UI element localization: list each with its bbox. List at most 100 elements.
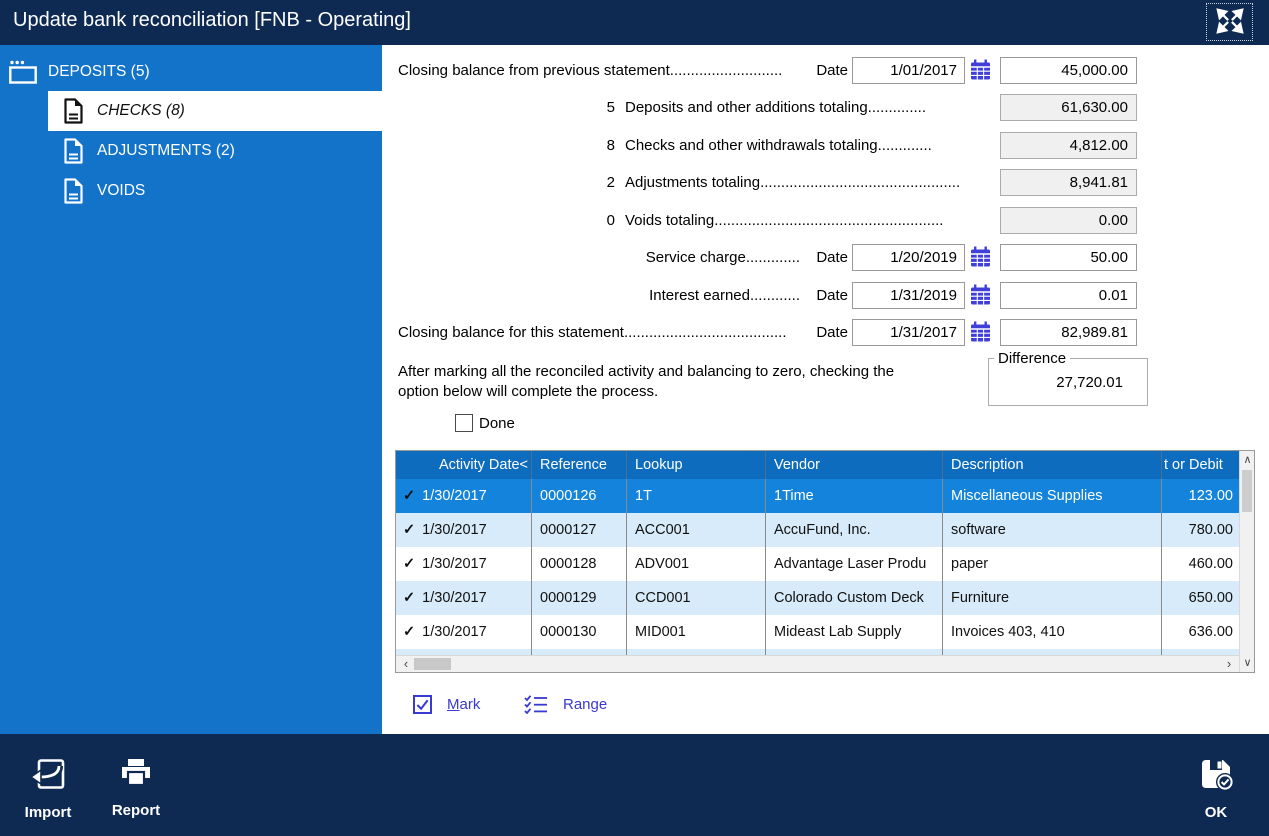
cell-description: paper (943, 547, 1162, 581)
sidebar-item-adjustments[interactable]: ADJUSTMENTS (2) (48, 131, 382, 171)
cell-description: software (943, 513, 1162, 547)
interest-earned-date-input[interactable] (852, 282, 965, 309)
cell-activity-date: ✓1/30/2017 (396, 615, 532, 649)
document-icon (63, 138, 84, 164)
date-label: Date (790, 57, 848, 84)
service-charge-date-input[interactable] (852, 244, 965, 271)
cell-activity-date: ✓1/30/2017 (396, 513, 532, 547)
ok-button[interactable]: OK (1186, 754, 1246, 822)
closing-statement-date-input[interactable] (852, 319, 965, 346)
closing-balance-statement-label: Closing balance for this statement......… (398, 319, 786, 346)
cell-activity-date: ✓1/30/2017 (396, 581, 532, 615)
calendar-icon[interactable] (969, 321, 991, 343)
voids-count: 0 (590, 207, 615, 234)
difference-value: 27,720.01 (989, 367, 1147, 391)
column-header-vendor[interactable]: Vendor (766, 451, 943, 479)
cell-vendor: 1Time (766, 479, 943, 513)
range-button[interactable]: Range (524, 695, 607, 714)
grid-header-row: Activity Date< Reference Lookup Vendor D… (396, 451, 1254, 479)
cell-reference: 0000127 (532, 513, 627, 547)
table-row[interactable]: ✓1/30/2017 0000129 CCD001 Colorado Custo… (396, 581, 1254, 615)
checks-total-field (1000, 132, 1137, 159)
checklist-icon (524, 695, 548, 714)
cell-activity-date: ✓1/30/2017 (396, 547, 532, 581)
checks-totaling-label: Checks and other withdrawals totaling...… (625, 132, 932, 159)
reconciliation-grid: Activity Date< Reference Lookup Vendor D… (395, 450, 1255, 673)
difference-label: Difference (994, 350, 1070, 367)
document-icon (63, 98, 84, 124)
voids-total-field (1000, 207, 1137, 234)
cell-vendor: Mideast Lab Supply (766, 615, 943, 649)
service-charge-amount-input[interactable] (1000, 244, 1137, 271)
date-label: Date (790, 282, 848, 309)
report-button[interactable]: Report (106, 756, 166, 820)
scroll-down-icon[interactable]: ∨ (1240, 655, 1255, 671)
date-label: Date (790, 244, 848, 271)
table-row[interactable]: ✓1/30/2017 0000127 ACC001 AccuFund, Inc.… (396, 513, 1254, 547)
vertical-scrollbar[interactable]: ∧ ∨ (1239, 451, 1254, 672)
range-button-label: Range (563, 696, 607, 713)
voids-totaling-label: Voids totaling..........................… (625, 207, 943, 234)
scroll-left-icon[interactable]: ‹ (398, 656, 414, 671)
done-checkbox[interactable] (455, 414, 473, 432)
calendar-icon[interactable] (969, 246, 991, 268)
cell-reference: 0000130 (532, 615, 627, 649)
previous-balance-amount-input[interactable] (1000, 57, 1137, 84)
calendar-icon[interactable] (969, 284, 991, 306)
column-header-lookup[interactable]: Lookup (627, 451, 766, 479)
checks-count: 8 (590, 132, 615, 159)
cell-amount: 780.00 (1162, 513, 1239, 547)
cell-amount: 636.00 (1162, 615, 1239, 649)
interest-earned-amount-input[interactable] (1000, 282, 1137, 309)
cell-reference: 0000129 (532, 581, 627, 615)
service-charge-label: Service charge............. (500, 244, 800, 271)
cell-reference: 0000128 (532, 547, 627, 581)
save-check-icon (1197, 755, 1235, 797)
adjustments-totaling-label: Adjustments totaling....................… (625, 169, 960, 196)
sidebar-item-deposits[interactable]: DEPOSITS (5) (0, 53, 382, 91)
date-label: Date (790, 319, 848, 346)
sidebar-item-checks[interactable]: CHECKS (8) (48, 91, 382, 131)
vertical-scroll-thumb[interactable] (1242, 470, 1252, 512)
previous-statement-date-input[interactable] (852, 57, 965, 84)
cell-lookup: CCD001 (627, 581, 766, 615)
calendar-icon[interactable] (969, 59, 991, 81)
deposits-count: 5 (590, 94, 615, 121)
cell-lookup: ADV001 (627, 547, 766, 581)
scroll-right-icon[interactable]: › (1221, 656, 1237, 671)
cell-lookup: MID001 (627, 615, 766, 649)
table-row[interactable]: ✓1/30/2017 0000128 ADV001 Advantage Lase… (396, 547, 1254, 581)
deposits-totaling-label: Deposits and other additions totaling...… (625, 94, 926, 121)
horizontal-scrollbar[interactable]: ‹ › (396, 655, 1239, 672)
deposits-total-field (1000, 94, 1137, 121)
column-header-activity-date[interactable]: Activity Date< (396, 451, 532, 479)
mark-checkbox-icon (413, 695, 432, 714)
column-header-reference[interactable]: Reference (532, 451, 627, 479)
mark-button[interactable]: Mark (413, 695, 480, 714)
adjustments-total-field (1000, 169, 1137, 196)
adjustments-count: 2 (590, 169, 615, 196)
action-bar: Import Report OK (0, 734, 1269, 836)
table-row[interactable]: ✓1/30/2017 0000126 1T 1Time Miscellaneou… (396, 479, 1254, 513)
interest-earned-label: Interest earned............ (500, 282, 800, 309)
column-header-credit-or-debit[interactable]: t or Debit (1162, 451, 1239, 479)
import-button[interactable]: Import (18, 756, 78, 822)
sidebar-item-label: VOIDS (97, 182, 145, 200)
scroll-up-icon[interactable]: ∧ (1240, 452, 1255, 468)
horizontal-scroll-thumb[interactable] (414, 658, 451, 670)
cell-amount: 123.00 (1162, 479, 1239, 513)
sidebar-item-voids[interactable]: VOIDS (48, 171, 382, 211)
cell-description: Furniture (943, 581, 1162, 615)
mark-button-label: Mark (447, 696, 480, 713)
sidebar-item-label: CHECKS (8) (97, 102, 185, 120)
closing-balance-amount-input[interactable] (1000, 319, 1137, 346)
table-row[interactable]: ✓1/30/2017 0000130 MID001 Mideast Lab Su… (396, 615, 1254, 649)
window-title: Update bank reconciliation [FNB - Operat… (13, 9, 411, 32)
column-header-description[interactable]: Description (943, 451, 1162, 479)
difference-groupbox: Difference 27,720.01 (988, 350, 1148, 406)
cell-lookup: 1T (627, 479, 766, 513)
ok-button-label: OK (1205, 804, 1228, 821)
expand-window-button[interactable] (1206, 3, 1253, 41)
marked-check-icon: ✓ (403, 590, 415, 606)
cell-vendor: Advantage Laser Produ (766, 547, 943, 581)
